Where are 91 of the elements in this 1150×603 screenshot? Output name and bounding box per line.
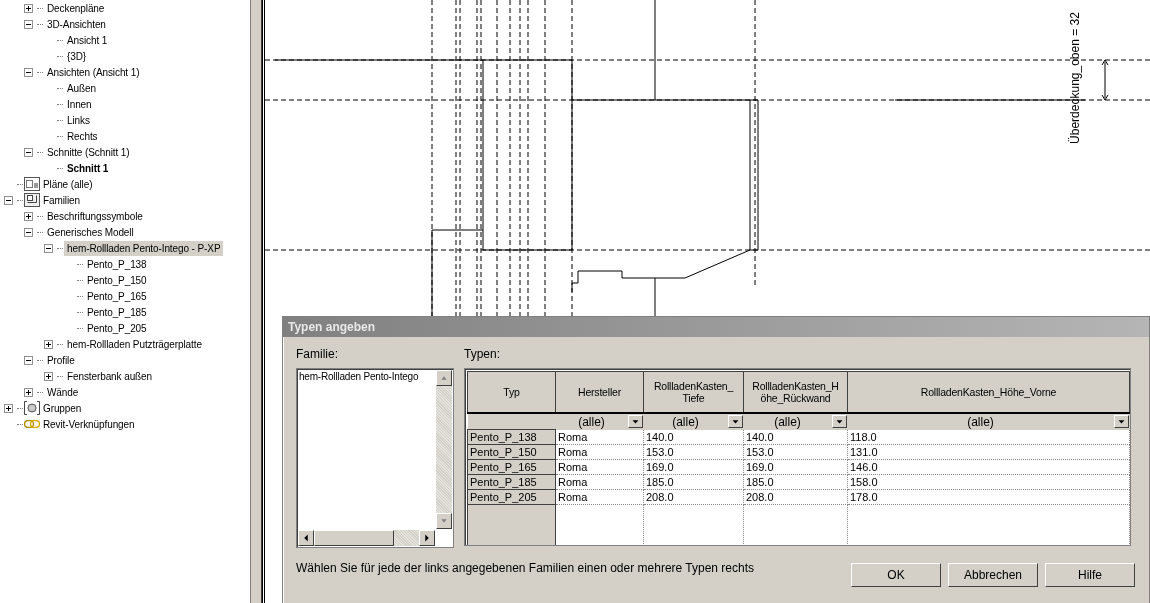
tree-item[interactable]: Fensterbank außen: [64, 368, 156, 384]
table-cell: 140.0: [743, 429, 848, 445]
dimension-label: Überdeckung_oben = 32: [1068, 12, 1082, 144]
horizontal-scrollbar[interactable]: [298, 530, 435, 546]
tree-item[interactable]: Pento_P_165: [84, 288, 150, 304]
family-label: Familie:: [296, 347, 339, 361]
table-cell: 169.0: [643, 459, 744, 475]
expand-icon[interactable]: [4, 403, 13, 413]
tree-item[interactable]: Gruppen: [40, 400, 85, 416]
dropdown-icon[interactable]: [727, 415, 743, 429]
tree-item[interactable]: Pento_P_205: [84, 320, 150, 336]
column-header[interactable]: RollladenKasten_H öhe_Rückwand: [743, 371, 848, 413]
scroll-left-icon[interactable]: [298, 530, 314, 546]
table-cell: Roma: [555, 459, 644, 475]
tree-item[interactable]: Pento_P_138: [84, 256, 150, 272]
table-cell: Roma: [555, 429, 644, 445]
hint-text: Wählen Sie für jede der links angegebenen Familien einen oder mehrere Typen rechts: [296, 561, 755, 575]
column-header[interactable]: Typ: [467, 371, 556, 413]
tree-item[interactable]: Familien: [40, 192, 83, 208]
scroll-up-icon[interactable]: [436, 370, 452, 386]
tree-item[interactable]: Deckenpläne: [44, 0, 108, 16]
type-row-header[interactable]: Pento_P_138: [467, 429, 556, 445]
chain-link-icon: [24, 420, 40, 428]
collapse-icon[interactable]: [24, 67, 33, 77]
tree-item[interactable]: Links: [64, 112, 93, 128]
dialog-button[interactable]: Abbrechen: [948, 563, 1038, 587]
tree-item[interactable]: Profile: [44, 352, 78, 368]
collapse-icon[interactable]: [24, 147, 33, 157]
expand-icon[interactable]: [24, 3, 33, 13]
tree-item[interactable]: Wände: [44, 384, 82, 400]
splitter-bar[interactable]: [250, 0, 262, 603]
column-header[interactable]: RollladenKasten_ Tiefe: [643, 371, 744, 413]
table-cell: 185.0: [643, 474, 744, 490]
dropdown-icon[interactable]: [831, 415, 847, 429]
expand-icon[interactable]: [44, 339, 53, 349]
tree-item[interactable]: Beschriftungssymbole: [44, 208, 146, 224]
tree-item[interactable]: Generisches Modell: [44, 224, 137, 240]
table-cell: 169.0: [743, 459, 848, 475]
table-cell: Roma: [555, 474, 644, 490]
collapse-icon[interactable]: [24, 19, 33, 29]
tree-item[interactable]: Außen: [64, 80, 99, 96]
table-cell: 208.0: [643, 489, 744, 505]
tree-item[interactable]: Ansichten (Ansicht 1): [44, 64, 143, 80]
family-icon: [24, 193, 40, 207]
tree-item[interactable]: hem-Rollladen Pento-Intego - P-XP: [64, 240, 224, 256]
collapse-icon[interactable]: [24, 227, 33, 237]
vertical-scrollbar[interactable]: [436, 370, 452, 529]
scroll-down-icon[interactable]: [436, 513, 452, 529]
expand-icon[interactable]: [44, 371, 53, 381]
table-cell: 153.0: [743, 444, 848, 460]
table-cell: Roma: [555, 444, 644, 460]
tree-item[interactable]: Rechts: [64, 128, 101, 144]
collapse-icon[interactable]: [24, 355, 33, 365]
tree-item[interactable]: hem-Rollladen Putzträgerplatte: [64, 336, 205, 352]
table-cell: 178.0: [847, 489, 1130, 505]
tree-item[interactable]: Revit-Verknüpfungen: [40, 416, 138, 432]
expand-icon[interactable]: [24, 211, 33, 221]
dialog-button[interactable]: Hilfe: [1045, 563, 1135, 587]
dialog-button[interactable]: OK: [851, 563, 941, 587]
dialog-title: Typen angeben: [283, 317, 1149, 337]
types-label: Typen:: [464, 347, 502, 361]
tree-item[interactable]: Pento_P_185: [84, 304, 150, 320]
tree-item[interactable]: Schnitt 1: [64, 160, 112, 176]
collapse-icon[interactable]: [4, 195, 13, 205]
tree-item[interactable]: Schnitte (Schnitt 1): [44, 144, 133, 160]
tree-item[interactable]: Pento_P_150: [84, 272, 150, 288]
table-cell: 208.0: [743, 489, 848, 505]
table-cell: 153.0: [643, 444, 744, 460]
table-cell: 131.0: [847, 444, 1130, 460]
scroll-right-icon[interactable]: [419, 530, 435, 546]
table-cell: 185.0: [743, 474, 848, 490]
family-list[interactable]: hem-Rollladen Pento-Intego: [296, 368, 454, 548]
table-cell: Roma: [555, 489, 644, 505]
tree-item[interactable]: 3D-Ansichten: [44, 16, 109, 32]
expand-icon[interactable]: [24, 387, 33, 397]
table-cell: 146.0: [847, 459, 1130, 475]
tree-item[interactable]: Innen: [64, 96, 95, 112]
column-header[interactable]: RollladenKasten_Höhe_Vorne: [847, 371, 1130, 413]
table-cell: 158.0: [847, 474, 1130, 490]
tree-item[interactable]: {3D}: [64, 48, 90, 64]
table-cell: 118.0: [847, 429, 1130, 445]
group-icon: [24, 401, 40, 415]
column-header[interactable]: Hersteller: [555, 371, 644, 413]
family-list-item[interactable]: hem-Rollladen Pento-Intego: [299, 371, 419, 382]
collapse-icon[interactable]: [44, 243, 53, 253]
dropdown-icon[interactable]: [1113, 415, 1129, 429]
dropdown-icon[interactable]: [627, 415, 643, 429]
table-cell: 140.0: [643, 429, 744, 445]
tree-item[interactable]: Pläne (alle): [40, 176, 96, 192]
scrollbar-thumb[interactable]: [314, 530, 394, 546]
tree-item[interactable]: Ansicht 1: [64, 32, 111, 48]
